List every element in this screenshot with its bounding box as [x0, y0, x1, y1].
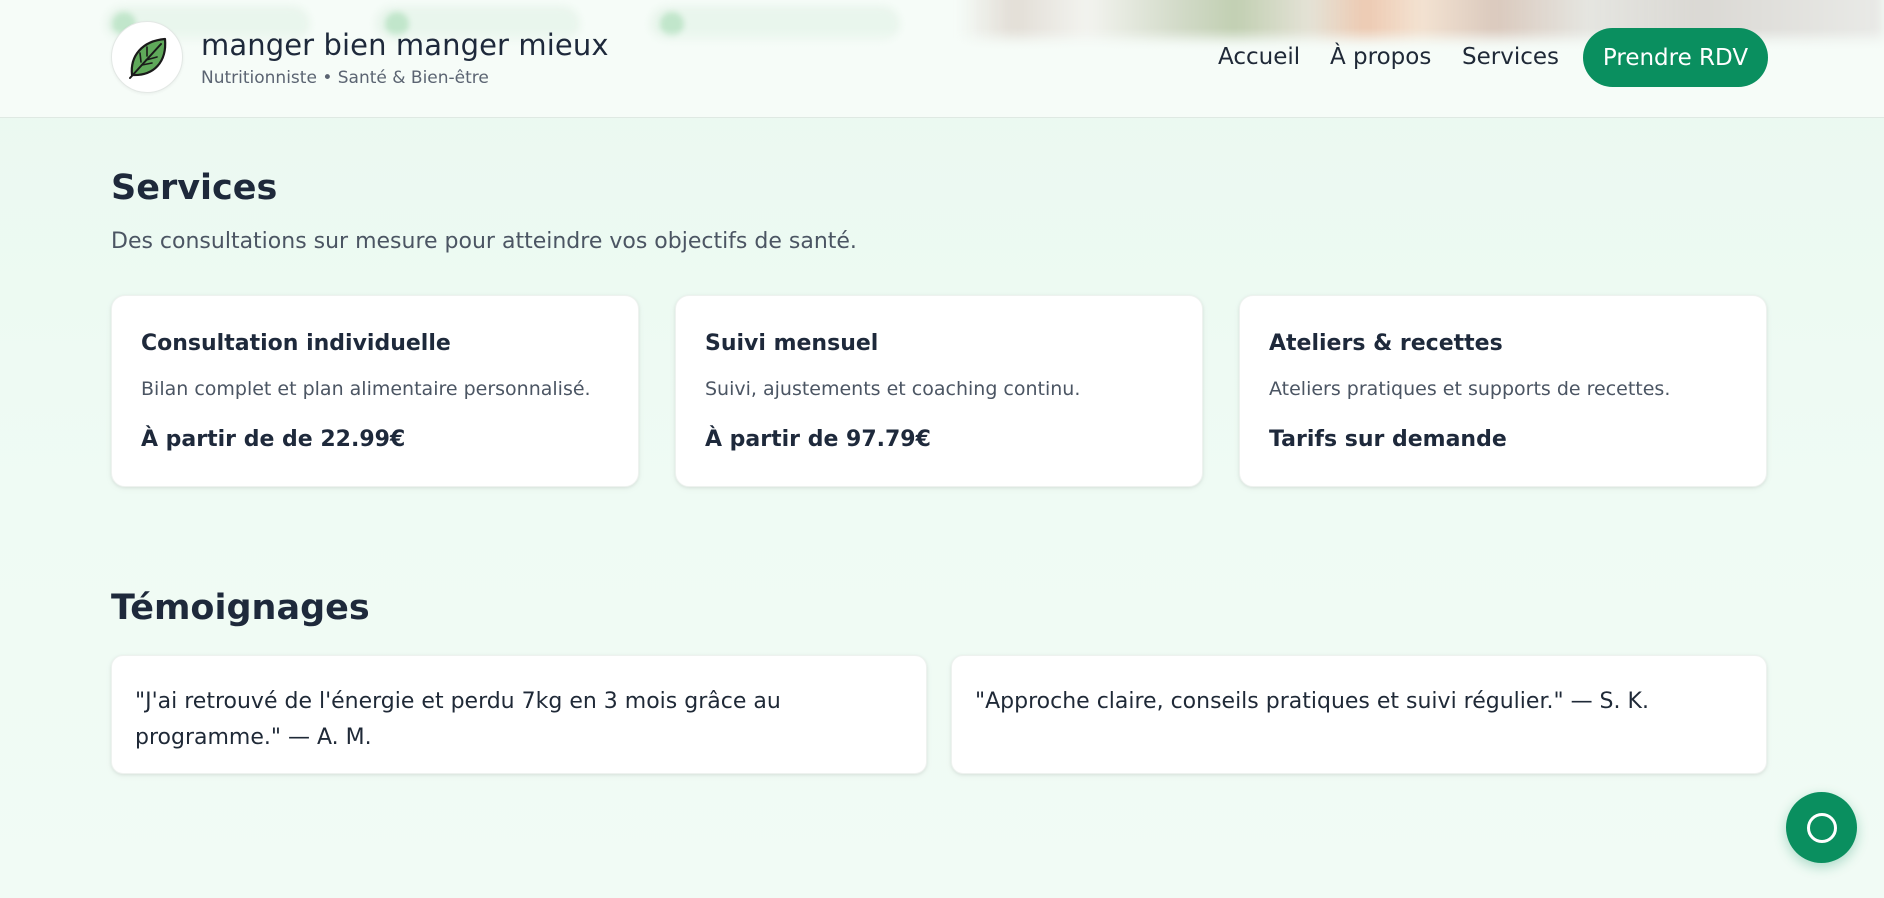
service-card-price: À partir de 97.79€ — [705, 427, 931, 452]
testimonial-quote: "Approche claire, conseils pratiques et … — [975, 689, 1649, 714]
service-card-description: Ateliers pratiques et supports de recett… — [1269, 378, 1671, 400]
chat-circle-icon — [1806, 812, 1837, 843]
service-card-title: Ateliers & recettes — [1269, 331, 1503, 356]
testimonial-card: "J'ai retrouvé de l'énergie et perdu 7kg… — [111, 655, 927, 774]
testimonial-card: "Approche claire, conseils pratiques et … — [951, 655, 1767, 774]
service-card-price: À partir de de 22.99€ — [141, 427, 406, 452]
chat-button[interactable] — [1786, 792, 1857, 863]
brand-subtitle: Nutritionniste • Santé & Bien-être — [201, 68, 489, 88]
services-lead: Des consultations sur mesure pour attein… — [111, 229, 857, 254]
services-heading: Services — [111, 168, 278, 208]
leaf-icon — [129, 37, 167, 79]
brand-title[interactable]: manger bien manger mieux — [201, 28, 609, 62]
service-card-description: Suivi, ajustements et coaching continu. — [705, 378, 1081, 400]
testimonial-quote: "J'ai retrouvé de l'énergie et perdu 7kg… — [135, 689, 781, 750]
site-header: manger bien manger mieux Nutritionniste … — [0, 0, 1884, 118]
book-appointment-button[interactable]: Prendre RDV — [1583, 28, 1768, 87]
service-card-title: Consultation individuelle — [141, 331, 451, 356]
nav-link-services[interactable]: Services — [1462, 44, 1559, 70]
service-card-description: Bilan complet et plan alimentaire person… — [141, 378, 591, 400]
nav-link-accueil[interactable]: Accueil — [1218, 44, 1300, 70]
testimonials-heading: Témoignages — [111, 588, 370, 628]
service-card-ateliers: Ateliers & recettes Ateliers pratiques e… — [1239, 295, 1767, 487]
service-card-price: Tarifs sur demande — [1269, 427, 1507, 452]
service-card-consultation: Consultation individuelle Bilan complet … — [111, 295, 639, 487]
nav-link-a-propos[interactable]: À propos — [1330, 44, 1431, 70]
logo[interactable] — [111, 21, 183, 93]
service-card-title: Suivi mensuel — [705, 331, 879, 356]
service-card-suivi: Suivi mensuel Suivi, ajustements et coac… — [675, 295, 1203, 487]
